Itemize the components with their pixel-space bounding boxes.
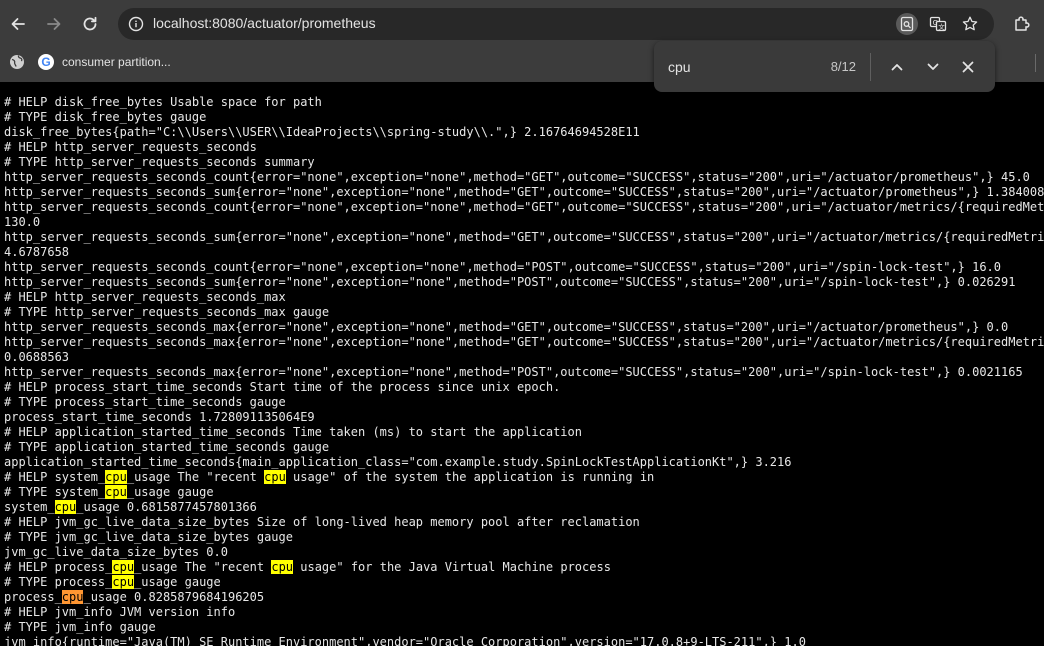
metric-line: http_server_requests_seconds_max{error="… xyxy=(4,335,1044,349)
metric-line: # HELP system_cpu_usage The "recent cpu … xyxy=(4,470,655,484)
chevron-down-icon xyxy=(927,63,939,70)
metric-line: jvm_info{runtime="Java(TM) SE Runtime En… xyxy=(4,635,806,646)
search-match: cpu xyxy=(112,575,135,589)
metric-line: # TYPE system_cpu_usage gauge xyxy=(4,485,214,499)
page-content: # HELP disk_free_bytes Usable space for … xyxy=(0,82,1044,646)
metric-line: process_cpu_usage 0.8285879684196205 xyxy=(4,590,265,604)
metric-line: http_server_requests_seconds_max{error="… xyxy=(4,365,1023,379)
metric-line: # HELP process_cpu_usage The "recent cpu… xyxy=(4,560,611,574)
bookmark-label: consumer partition... xyxy=(62,55,171,69)
metric-line: # TYPE jvm_info gauge xyxy=(4,620,156,634)
metric-line: jvm_gc_live_data_size_bytes 0.0 xyxy=(4,545,228,559)
puzzle-icon xyxy=(1015,16,1030,31)
search-match: cpu xyxy=(54,500,77,514)
metric-line: # HELP process_start_time_seconds Start … xyxy=(4,380,561,394)
metric-line: # TYPE http_server_requests_seconds_max … xyxy=(4,305,330,319)
site-info-icon[interactable] xyxy=(126,14,146,34)
reload-icon xyxy=(83,16,97,31)
metric-line: http_server_requests_seconds_sum{error="… xyxy=(4,230,1044,244)
metric-line: 0.0688563 xyxy=(4,350,70,364)
forward-button[interactable] xyxy=(42,12,66,36)
google-icon: G xyxy=(38,54,54,70)
metric-line: # TYPE application_started_time_seconds … xyxy=(4,440,330,454)
metric-line: # HELP jvm_gc_live_data_size_bytes Size … xyxy=(4,515,640,529)
metric-line: process_start_time_seconds 1.72809113506… xyxy=(4,410,315,424)
metric-line: # TYPE process_cpu_usage gauge xyxy=(4,575,221,589)
bookmarks-divider xyxy=(1035,54,1036,72)
search-match: cpu xyxy=(105,485,127,499)
metric-line: # HELP application_started_time_seconds … xyxy=(4,425,582,439)
find-input[interactable] xyxy=(668,57,788,77)
metric-line: # HELP jvm_info JVM version info xyxy=(4,605,236,619)
metric-line: http_server_requests_seconds_count{error… xyxy=(4,200,1044,214)
globe-icon[interactable] xyxy=(8,53,26,71)
prometheus-metrics-text: # HELP disk_free_bytes Usable space for … xyxy=(0,82,1044,646)
bookmark-star-icon[interactable] xyxy=(959,13,981,35)
reload-button[interactable] xyxy=(78,12,102,36)
arrow-left-icon xyxy=(11,18,25,30)
metric-line: # HELP disk_free_bytes Usable space for … xyxy=(4,95,322,109)
chevron-up-icon xyxy=(891,64,903,71)
arrow-right-icon xyxy=(47,18,61,30)
back-button[interactable] xyxy=(6,12,30,36)
find-match-count: 8/12 xyxy=(830,59,856,74)
extensions-button[interactable] xyxy=(1010,12,1034,36)
svg-text:文: 文 xyxy=(938,22,945,31)
metric-line: # TYPE jvm_gc_live_data_size_bytes gauge xyxy=(4,530,293,544)
address-bar[interactable]: localhost:8080/actuator/prometheus G文 xyxy=(118,8,994,40)
metric-line: 4.6787658 xyxy=(4,245,70,259)
metric-line: # HELP http_server_requests_seconds xyxy=(4,140,257,154)
find-next-button[interactable] xyxy=(920,54,946,80)
metric-line: # TYPE disk_free_bytes gauge xyxy=(4,110,207,124)
metric-line: http_server_requests_seconds_max{error="… xyxy=(4,320,1009,334)
bookmark-consumer-partition[interactable]: G consumer partition... xyxy=(38,50,171,74)
metric-line: disk_free_bytes{path="C:\\Users\\USER\\I… xyxy=(4,125,640,139)
active-search-match: cpu xyxy=(61,590,84,604)
find-previous-button[interactable] xyxy=(884,54,910,80)
search-match: cpu xyxy=(264,470,286,484)
find-in-page-icon[interactable] xyxy=(896,13,918,35)
metric-line: application_started_time_seconds{main_ap… xyxy=(4,455,792,469)
metric-line: http_server_requests_seconds_count{error… xyxy=(4,260,1001,274)
metric-line: 130.0 xyxy=(4,215,41,229)
search-match: cpu xyxy=(112,560,135,574)
find-divider xyxy=(870,53,871,81)
metric-line: # TYPE process_start_time_seconds gauge xyxy=(4,395,286,409)
search-match: cpu xyxy=(271,560,294,574)
translate-icon[interactable]: G文 xyxy=(927,13,949,35)
metric-line: # HELP http_server_requests_seconds_max xyxy=(4,290,286,304)
url-text[interactable]: localhost:8080/actuator/prometheus xyxy=(153,15,376,31)
metric-line: # TYPE http_server_requests_seconds summ… xyxy=(4,155,315,169)
metric-line: http_server_requests_seconds_count{error… xyxy=(4,170,1030,184)
metric-line: http_server_requests_seconds_sum{error="… xyxy=(4,275,1016,289)
search-match: cpu xyxy=(105,470,127,484)
metric-line: system_cpu_usage 0.6815877457801366 xyxy=(4,500,257,514)
find-bar: 8/12 xyxy=(654,41,995,92)
close-icon xyxy=(962,61,974,73)
metric-line: http_server_requests_seconds_sum{error="… xyxy=(4,185,1044,199)
find-close-button[interactable] xyxy=(955,54,981,80)
